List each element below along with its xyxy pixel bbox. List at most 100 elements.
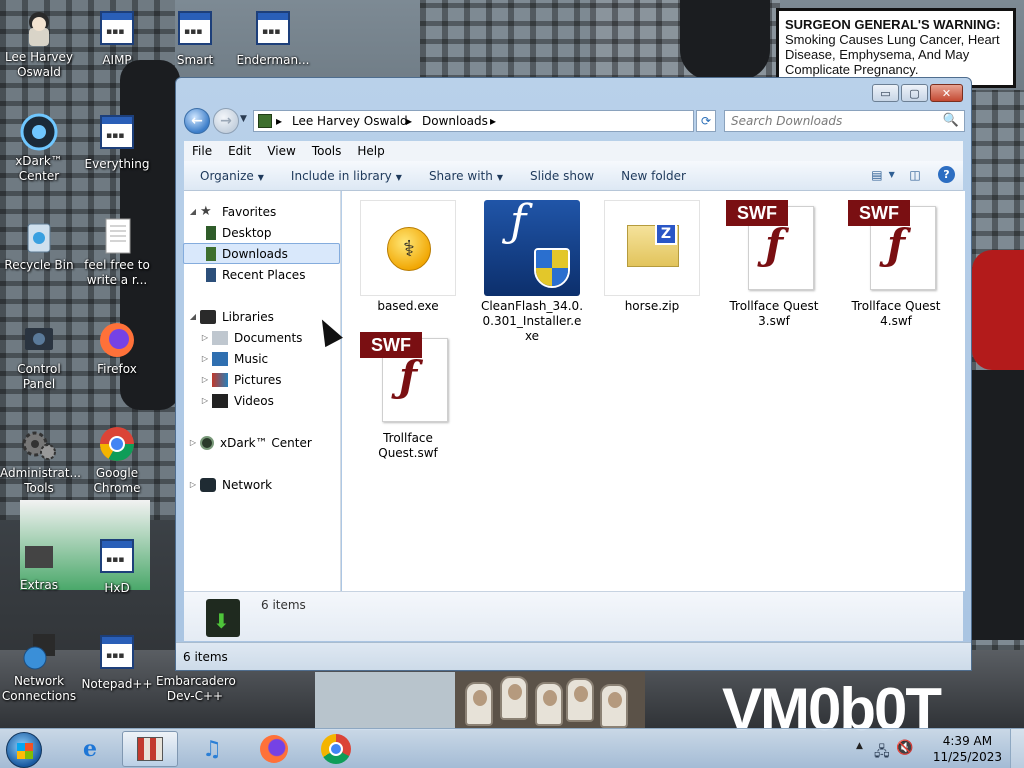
breadcrumb-separator[interactable]: ▸ [406, 114, 412, 128]
music-note-icon: ♫ [202, 736, 222, 762]
menu-help[interactable]: Help [349, 141, 392, 161]
preview-pane-button[interactable]: ◫ [906, 167, 924, 183]
desktop-icon-label: Embarcadero Dev-C++ [156, 674, 236, 703]
collapsed-triangle-icon[interactable]: ▷ [200, 375, 210, 384]
desktop-icon-smart[interactable]: Smart [156, 8, 234, 68]
nav-recent-places[interactable]: Recent Places [206, 264, 360, 285]
details-item-count: 6 items [261, 598, 306, 612]
nav-downloads[interactable]: Downloads [183, 243, 340, 264]
taskbar-firefox[interactable] [246, 731, 302, 767]
collapsed-triangle-icon[interactable]: ▷ [200, 354, 210, 363]
desktop-icon-administrative-tools[interactable]: Administrat... Tools [0, 424, 81, 496]
expanded-triangle-icon[interactable]: ◢ [188, 312, 198, 321]
uac-shield-icon [534, 248, 570, 288]
breadcrumb-downloads[interactable]: Downloads [422, 114, 488, 128]
file-item-based-exe[interactable]: ⚕ based.exe [358, 200, 458, 314]
file-list: ⚕ based.exe ƒ CleanFlash_34.0.0.301_Inst… [342, 191, 965, 591]
nav-music[interactable]: ▷ Music [200, 348, 354, 369]
taskbar-file-explorer[interactable] [122, 731, 178, 767]
address-bar[interactable]: ▸ Lee Harvey Oswald ▸ Downloads ▸ ▾ [253, 110, 757, 132]
nav-pictures-label: Pictures [234, 372, 282, 387]
file-item-trollface-quest-3[interactable]: ƒ SWF Trollface Quest 3.swf [724, 200, 824, 329]
desktop-icon-enderman[interactable]: Enderman... [234, 8, 312, 68]
organize-button[interactable]: Organize ▼ [184, 169, 273, 183]
desktop-icon-feel-free[interactable]: feel free to write a r... [78, 216, 156, 288]
file-item-horse-zip[interactable]: Z horse.zip [602, 200, 702, 314]
music-icon [212, 351, 228, 366]
new-folder-button[interactable]: New folder [603, 169, 695, 183]
desktop-icon-label: Network Connections [1, 674, 77, 703]
flash-installer-icon: ƒ [484, 200, 580, 296]
start-button[interactable] [6, 732, 42, 768]
wallpaper-figure [680, 0, 770, 80]
taskbar-music-player[interactable]: ♫ [184, 731, 240, 767]
collapsed-triangle-icon[interactable]: ▷ [188, 480, 198, 489]
desktop-icon-control-panel[interactable]: Control Panel [0, 320, 78, 392]
desktop-icon-xdark-center[interactable]: xDark™ Center [0, 112, 78, 184]
close-button[interactable]: ✕ [930, 84, 963, 102]
file-item-cleanflash-installer[interactable]: ƒ CleanFlash_34.0.0.301_Installer.exe [480, 200, 584, 344]
desktop-icon-everything[interactable]: Everything [78, 112, 156, 172]
network-status-icon[interactable]: 🖧 [874, 741, 890, 765]
share-with-button[interactable]: Share with ▼ [411, 169, 512, 183]
refresh-button[interactable]: ⟳ [696, 110, 716, 132]
breadcrumb-separator[interactable]: ▸ [276, 114, 282, 128]
aimp-icon [97, 11, 137, 51]
desktop-icon-firefox[interactable]: Firefox [78, 320, 156, 377]
navigation-row: ← → ▼ ▸ Lee Harvey Oswald ▸ Downloads ▸ … [184, 108, 965, 134]
desktop-icon-aimp[interactable]: AIMP [78, 8, 156, 68]
expanded-triangle-icon[interactable]: ◢ [188, 207, 198, 216]
clock[interactable]: 4:39 AM 11/25/2023 [933, 733, 1002, 765]
desktop-icon-notepad-plus-plus[interactable]: Notepad++ [78, 632, 156, 692]
recent-pages-dropdown-icon[interactable]: ▼ [240, 114, 247, 124]
menu-file[interactable]: File [184, 141, 220, 161]
desktop-icon-lee-harvey-oswald[interactable]: Lee Harvey Oswald [0, 8, 78, 80]
wallpaper-toilet [600, 684, 628, 728]
change-view-button[interactable]: ▤ ▼ [871, 167, 895, 183]
desktop-icon-network-connections[interactable]: Network Connections [0, 632, 78, 704]
file-item-trollface-quest-4[interactable]: ƒ SWF Trollface Quest 4.swf [846, 200, 946, 329]
taskbar-internet-explorer[interactable]: e [62, 731, 118, 767]
search-input[interactable]: Search Downloads 🔍 [724, 110, 965, 132]
desktop-icon-label: HxD [104, 581, 130, 595]
help-button[interactable]: ? [938, 166, 955, 183]
menu-edit[interactable]: Edit [220, 141, 259, 161]
desktop-icon-recycle-bin[interactable]: Recycle Bin [0, 216, 78, 273]
breadcrumb-lee-harvey-oswald[interactable]: Lee Harvey Oswald [292, 114, 408, 128]
desktop-icon-label: Notepad++ [81, 677, 153, 691]
include-in-library-button[interactable]: Include in library ▼ [273, 169, 411, 183]
nav-desktop-label: Desktop [222, 225, 272, 240]
nav-videos[interactable]: ▷ Videos [200, 390, 354, 411]
maximize-button[interactable]: ▢ [901, 84, 928, 102]
surgeon-general-warning: SURGEON GENERAL'S WARNING: Smoking Cause… [776, 8, 1016, 88]
desktop-icon-extras[interactable]: Extras [0, 536, 78, 593]
show-desktop-button[interactable] [1010, 729, 1024, 768]
minimize-button[interactable]: ▭ [872, 84, 899, 102]
nav-xdark-center[interactable]: ▷ xDark™ Center [188, 432, 342, 453]
nav-desktop[interactable]: Desktop [206, 222, 360, 243]
forward-button[interactable]: → [213, 108, 239, 134]
nav-libraries-label: Libraries [222, 309, 274, 324]
file-item-trollface-quest[interactable]: ƒ SWF Trollface Quest.swf [358, 332, 458, 461]
back-button[interactable]: ← [184, 108, 210, 134]
slide-show-button[interactable]: Slide show [512, 169, 603, 183]
desktop-icon-hxd[interactable]: HxD [78, 536, 156, 596]
nav-pictures[interactable]: ▷ Pictures [200, 369, 354, 390]
taskbar-chrome[interactable] [308, 731, 364, 767]
volume-muted-icon[interactable]: 🔇 [896, 740, 913, 756]
menu-view[interactable]: View [259, 141, 303, 161]
desktop-folder-icon [206, 225, 216, 240]
desktop-icon-google-chrome[interactable]: Google Chrome [78, 424, 156, 496]
collapsed-triangle-icon[interactable]: ▷ [188, 438, 198, 447]
collapsed-triangle-icon[interactable]: ▷ [200, 333, 210, 342]
menu-tools[interactable]: Tools [304, 141, 350, 161]
chevron-down-icon: ▼ [257, 172, 264, 182]
show-hidden-icons-button[interactable]: ▲ [856, 741, 863, 751]
nav-favorites[interactable]: ◢ ★ Favorites [188, 201, 342, 222]
search-icon[interactable]: 🔍 [943, 113, 959, 128]
nav-network[interactable]: ▷ Network [188, 474, 342, 495]
documents-icon [212, 330, 228, 345]
collapsed-triangle-icon[interactable]: ▷ [200, 396, 210, 405]
nav-videos-label: Videos [234, 393, 274, 408]
breadcrumb-separator[interactable]: ▸ [490, 114, 496, 128]
